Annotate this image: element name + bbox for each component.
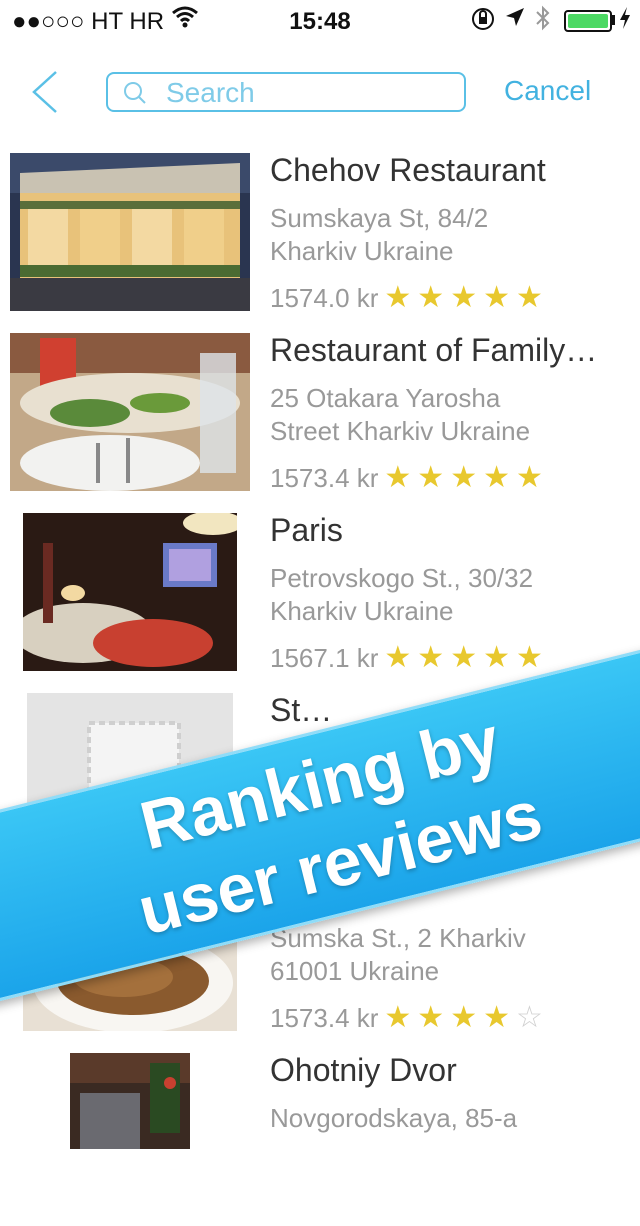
restaurant-name: Paris: [270, 512, 343, 548]
restaurant-rating: 1567.1 kr ★★★★★: [270, 640, 549, 675]
price-label: 1567.1 kr: [270, 643, 379, 673]
address-line: Petrovskogo St., 30/32: [270, 563, 534, 593]
bluetooth-icon: [534, 4, 552, 39]
restaurant-address: 25 Otakara Yarosha Street Kharkiv Ukrain…: [270, 382, 630, 448]
search-icon: [122, 80, 146, 104]
address-line: Sumskaya St, 84/2: [270, 203, 489, 233]
status-bar: ●●○○○ HT HR 15:48: [0, 0, 640, 40]
address-line: 25 Otakara Yarosha: [270, 383, 501, 413]
charging-icon: [618, 6, 632, 36]
list-item[interactable]: Paris Petrovskogo St., 30/32 Kharkiv Ukr…: [0, 510, 640, 686]
location-icon: [504, 6, 526, 34]
address-line: Kharkiv Ukraine: [270, 236, 454, 266]
list-item[interactable]: Restaurant of Family… 25 Otakara Yarosha…: [0, 330, 640, 506]
star-rating-icons: ★★★★★: [384, 281, 549, 314]
search-input[interactable]: Search: [106, 72, 466, 112]
restaurant-name: Ohotniy Dvor: [270, 1052, 457, 1088]
back-button[interactable]: [28, 68, 68, 116]
restaurant-address: Petrovskogo St., 30/32 Kharkiv Ukraine: [270, 562, 630, 628]
star-rating-icons: ★★★★★: [384, 641, 549, 674]
search-placeholder: Search: [166, 77, 255, 108]
star-rating-icons: ★★★★☆: [384, 1001, 549, 1034]
address-line: 61001 Ukraine: [270, 956, 440, 986]
restaurant-photo: [70, 1053, 190, 1149]
address-line: Novgorodskaya, 85-a: [270, 1103, 518, 1133]
restaurant-address: Sumskaya St, 84/2 Kharkiv Ukraine: [270, 202, 630, 268]
nav-bar: Search Cancel: [0, 60, 640, 124]
price-label: 1573.4 kr: [270, 1003, 379, 1033]
address-line: Kharkiv Ukraine: [270, 596, 454, 626]
restaurant-rating: 1573.4 kr ★★★★☆: [270, 1000, 549, 1035]
list-item[interactable]: Ohotniy Dvor Novgorodskaya, 85-a: [0, 1050, 640, 1226]
restaurant-photo: [10, 153, 250, 311]
cancel-button[interactable]: Cancel: [504, 75, 591, 107]
price-label: 1573.4 kr: [270, 463, 379, 493]
orientation-lock-icon: [470, 6, 496, 39]
restaurant-name: Chehov Restaurant: [270, 152, 546, 188]
star-rating-icons: ★★★★★: [384, 461, 549, 494]
restaurant-name: Restaurant of Family…: [270, 332, 598, 368]
price-label: 1574.0 kr: [270, 283, 379, 313]
restaurant-photo: [10, 333, 250, 491]
restaurant-address: Novgorodskaya, 85-a: [270, 1102, 630, 1135]
battery-icon: [564, 10, 612, 32]
restaurant-address: Sumska St., 2 Kharkiv 61001 Ukraine: [270, 922, 630, 988]
restaurant-photo: [23, 513, 237, 671]
chevron-left-icon: [32, 71, 57, 113]
address-line: Sumska St., 2 Kharkiv: [270, 923, 526, 953]
restaurant-rating: 1574.0 kr ★★★★★: [270, 280, 549, 315]
list-item[interactable]: Chehov Restaurant Sumskaya St, 84/2 Khar…: [0, 150, 640, 326]
address-line: Street Kharkiv Ukraine: [270, 416, 531, 446]
restaurant-rating: 1573.4 kr ★★★★★: [270, 460, 549, 495]
